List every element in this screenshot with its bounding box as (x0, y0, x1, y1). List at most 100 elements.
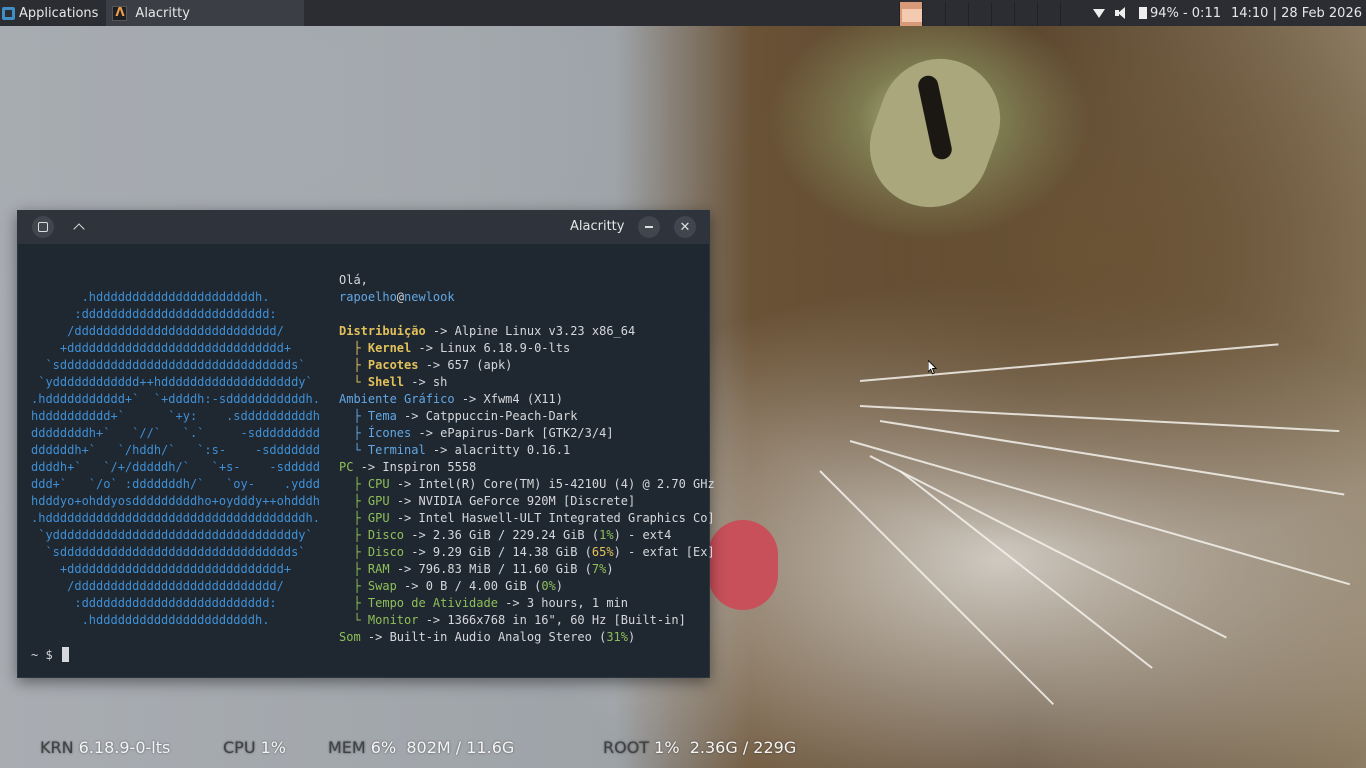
logo-line: `sdddddddddddddddddddddddddddddddds` (31, 358, 306, 372)
logo-line: `ydddddddddddd++hdddddddddddddddddddy` (31, 375, 313, 389)
disk1-percent: 1% (599, 528, 614, 542)
logo-line: .hddddddddddddddddddddddddddddddddddddh. (31, 511, 320, 525)
uptime-value: -> 3 hours, 1 min (497, 596, 628, 610)
cpu-value: -> Intel(R) Core(TM) i5-4210U (4) @ 2.70… (389, 477, 715, 491)
alacritty-icon (112, 5, 128, 21)
logo-line: `sdddddddddddddddddddddddddddddddds` (31, 545, 306, 559)
packages-value: -> 657 (apk) (418, 358, 513, 372)
system-tray: 94% - 0:11 14:10 | 28 Feb 2026 (1092, 0, 1366, 26)
ram-value: -> 796.83 MiB / 11.60 GiB ( (389, 562, 592, 576)
distro-label: Distribuição (339, 324, 426, 338)
logo-line: hdddyo+ohddyosdddddddddho+oydddy++ohdddh (31, 494, 320, 508)
shell-prompt[interactable]: ~ $ (31, 647, 69, 664)
distro-value: -> Alpine Linux v3.23 x86_64 (425, 324, 636, 338)
fastfetch-info: Olá, rapoelho@newlook Distribuição -> Al… (339, 273, 715, 644)
cpu-label: CPU (367, 477, 390, 491)
workspace-8[interactable] (1060, 2, 1083, 26)
icons-label: Ícones (367, 426, 412, 440)
packages-label: Pacotes (367, 358, 419, 372)
swap-percent: 0% (541, 579, 556, 593)
de-label: Ambiente Gráfico (339, 392, 455, 406)
monitor-value: -> 1366x768 in 16", 60 Hz [Built-in] (418, 613, 686, 627)
terminal-area[interactable]: .hddddddddddddddddddddddh. :dddddddddddd… (18, 244, 715, 677)
conky-root-label: ROOT (603, 738, 650, 757)
top-panel: Applications Alacritty 94% - 0:11 14:10 … (0, 0, 1366, 26)
workspace-5[interactable] (991, 2, 1014, 26)
conky-krn-label: KRN (40, 738, 74, 757)
taskbar-item-alacritty[interactable]: Alacritty (106, 0, 305, 26)
applications-icon (2, 6, 15, 20)
window-titlebar[interactable]: Alacritty ✕ (18, 211, 709, 244)
workspace-3[interactable] (945, 2, 968, 26)
text-cursor (61, 647, 69, 662)
logo-line: `yddddddddddddddddddddddddddddddddddy` (31, 528, 313, 542)
workspace-1[interactable] (899, 2, 922, 26)
wifi-icon[interactable] (1092, 8, 1105, 18)
alpine-ascii-logo: .hddddddddddddddddddddddh. :dddddddddddd… (31, 289, 320, 629)
volume-icon[interactable] (1114, 7, 1129, 19)
terminal-label: Terminal (367, 443, 426, 457)
sound-value: -> Built-in Audio Analog Stereo ( (360, 630, 607, 644)
window-menu-button[interactable] (32, 216, 54, 238)
gpu2-label: GPU (367, 511, 390, 525)
conky-mem: MEM 6% 802M / 11.6G (328, 738, 514, 757)
workspace-7[interactable] (1037, 2, 1060, 26)
sound-percent: 31% (606, 630, 629, 644)
conky-cpu-value: 1% (255, 738, 286, 757)
close-button[interactable]: ✕ (674, 216, 696, 238)
disk1-fs: ) - ext4 (613, 528, 672, 542)
gpu2-value: -> Intel Haswell-ULT Integrated Graphics… (389, 511, 715, 525)
sound-close: ) (628, 630, 636, 644)
minimize-icon (645, 226, 653, 228)
logo-line: .hddddddddddddddddddddddh. (31, 613, 270, 627)
logo-line: ddddddh+` `/hddh/` `:s- -sddddddd (31, 443, 320, 457)
conky-root-value: 1% 2.36G / 229G (649, 738, 797, 757)
window-title: Alacritty (570, 219, 625, 234)
logo-line: ddd+` `/o` :dddddddh/` `oy- .yddd (31, 477, 320, 491)
de-value: -> Xfwm4 (X11) (454, 392, 563, 406)
logo-line: .hddddddddddd+` `+ddddh:-sdddddddddddh. (31, 392, 320, 406)
disk2-value: -> 9.29 GiB / 14.38 GiB ( (404, 545, 592, 559)
workspace-4[interactable] (968, 2, 991, 26)
sound-label: Som (339, 630, 361, 644)
applications-label: Applications (19, 5, 99, 21)
ram-label: RAM (367, 562, 390, 576)
conky-root: ROOT 1% 2.36G / 229G (603, 738, 796, 757)
battery-indicator[interactable]: 94% - 0:11 (1138, 5, 1221, 21)
conky-mem-label: MEM (328, 738, 366, 757)
clock[interactable]: 14:10 | 28 Feb 2026 (1231, 6, 1362, 21)
ram-close: ) (606, 562, 614, 576)
workspace-2[interactable] (922, 2, 945, 26)
terminal-value: -> alacritty 0.16.1 (425, 443, 571, 457)
applications-menu[interactable]: Applications (0, 0, 102, 26)
logo-line: +dddddddddddddddddddddddddddddd+ (31, 341, 292, 355)
logo-line: ddddh+` `/+/dddddh/` `+s- -sddddd (31, 460, 320, 474)
chevron-up-icon (73, 223, 85, 235)
taskbar-item-label: Alacritty (135, 5, 190, 21)
logo-line: +dddddddddddddddddddddddddddddd+ (31, 562, 292, 576)
battery-text: 94% - 0:11 (1149, 5, 1221, 21)
gpu1-value: -> NVIDIA GeForce 920M [Discrete] (389, 494, 636, 508)
logo-line: /dddddddddddddddddddddddddddd/ (31, 324, 284, 338)
conky-cpu: CPU 1% (223, 738, 286, 757)
disk2-label: Disco (367, 545, 405, 559)
disk2-fs: ) - exfat [Ex] (613, 545, 715, 559)
kernel-value: -> Linux 6.18.9-0-lts (411, 341, 571, 355)
shade-button[interactable] (68, 216, 90, 238)
logo-line: ddddddddh+` `//` `.` -sddddddddd (31, 426, 320, 440)
icons-value: -> ePapirus-Dark [GTK2/3/4] (411, 426, 614, 440)
workspace-6[interactable] (1014, 2, 1037, 26)
ram-percent: 7% (591, 562, 607, 576)
gpu1-label: GPU (367, 494, 390, 508)
disk2-percent: 65% (591, 545, 614, 559)
conky-krn-value: 6.18.9-0-lts (73, 738, 171, 757)
theme-value: -> Catppuccin-Peach-Dark (396, 409, 578, 423)
monitor-label: Monitor (367, 613, 419, 627)
logo-line: :dddddddddddddddddddddddddd: (31, 307, 277, 321)
swap-value: -> 0 B / 4.00 GiB ( (396, 579, 542, 593)
logo-line: hdddddddddd+` `+y: .sddddddddddh (31, 409, 320, 423)
disk1-label: Disco (367, 528, 405, 542)
theme-label: Tema (367, 409, 397, 423)
minimize-button[interactable] (638, 216, 660, 238)
disk1-value: -> 2.36 GiB / 229.24 GiB ( (404, 528, 600, 542)
